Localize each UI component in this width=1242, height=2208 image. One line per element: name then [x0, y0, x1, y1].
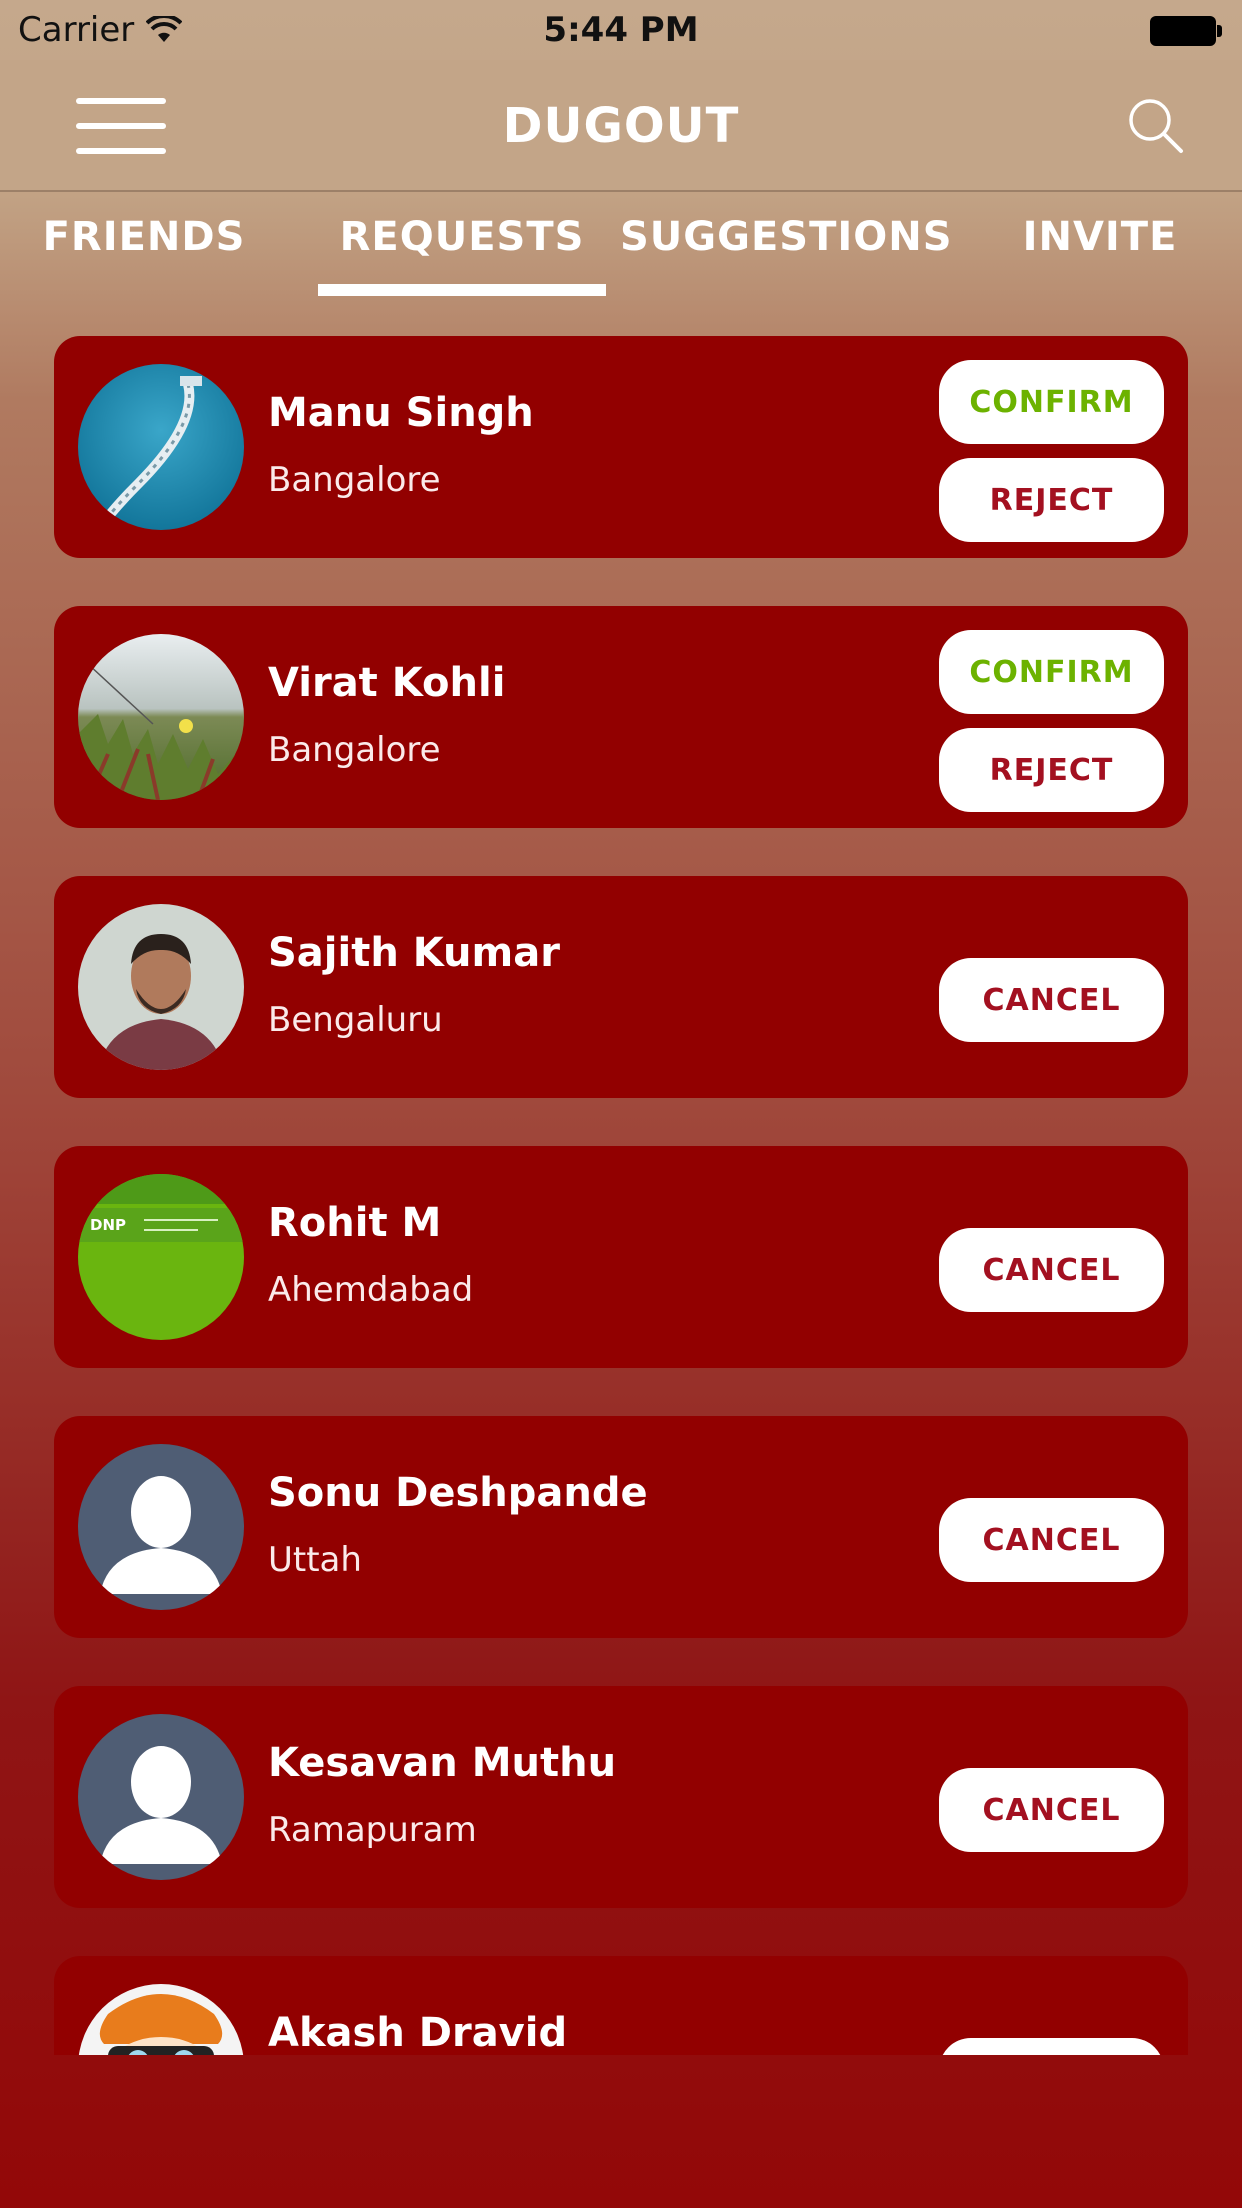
- cancel-button[interactable]: CANCEL: [939, 1498, 1164, 1582]
- request-card: Sonu Deshpande Uttah CANCEL: [54, 1416, 1188, 1638]
- avatar: [78, 904, 244, 1070]
- person-city: Bangalore: [268, 460, 441, 500]
- status-bar: Carrier 5:44 PM: [0, 0, 1242, 60]
- person-city: Bengaluru: [268, 1000, 443, 1040]
- tab-friends[interactable]: FRIENDS: [30, 214, 258, 294]
- person-name: Rohit M: [268, 1200, 442, 1246]
- request-card: Manu Singh Bangalore CONFIRM REJECT: [54, 336, 1188, 558]
- nav-bar: DUGOUT: [0, 60, 1242, 192]
- status-time: 5:44 PM: [543, 10, 699, 50]
- reject-button[interactable]: REJECT: [939, 458, 1164, 542]
- person-name: Kesavan Muthu: [268, 1740, 617, 1786]
- cancel-button[interactable]: CANCEL: [939, 1768, 1164, 1852]
- tab-suggestions[interactable]: SUGGESTIONS: [620, 214, 952, 294]
- person-name: Virat Kohli: [268, 660, 506, 706]
- cancel-button[interactable]: [939, 2038, 1164, 2055]
- tab-requests[interactable]: REQUESTS: [318, 214, 606, 294]
- cancel-button[interactable]: CANCEL: [939, 958, 1164, 1042]
- avatar: [78, 1984, 244, 2055]
- request-card: DNP Rohit M Ahemdabad CANCEL: [54, 1146, 1188, 1368]
- active-tab-indicator: [318, 284, 606, 296]
- reject-button[interactable]: REJECT: [939, 728, 1164, 812]
- person-name: Sajith Kumar: [268, 930, 560, 976]
- cancel-button[interactable]: CANCEL: [939, 1228, 1164, 1312]
- search-icon[interactable]: [1126, 96, 1184, 154]
- default-avatar-icon: [78, 1444, 244, 1610]
- request-card: Sajith Kumar Bengaluru CANCEL: [54, 876, 1188, 1098]
- person-name: Manu Singh: [268, 390, 534, 436]
- avatar: [78, 634, 244, 800]
- avatar: DNP: [78, 1174, 244, 1340]
- tab-invite[interactable]: INVITE: [1010, 214, 1190, 294]
- person-city: Uttah: [268, 1540, 362, 1580]
- person-name: Sonu Deshpande: [268, 1470, 648, 1516]
- person-city: Ahemdabad: [268, 1270, 474, 1310]
- app-title: DUGOUT: [502, 98, 740, 154]
- request-card: Kesavan Muthu Ramapuram CANCEL: [54, 1686, 1188, 1908]
- tab-bar: FRIENDS REQUESTS SUGGESTIONS INVITE: [0, 194, 1242, 298]
- person-city: Bangalore: [268, 730, 441, 770]
- avatar: [78, 364, 244, 530]
- request-list[interactable]: Manu Singh Bangalore CONFIRM REJECT Vira…: [0, 298, 1242, 2055]
- request-card: Akash Dravid: [54, 1956, 1188, 2055]
- confirm-button[interactable]: CONFIRM: [939, 360, 1164, 444]
- default-avatar-icon: [78, 1714, 244, 1880]
- request-card: Virat Kohli Bangalore CONFIRM REJECT: [54, 606, 1188, 828]
- person-city: Ramapuram: [268, 1810, 477, 1850]
- person-name: Akash Dravid: [268, 2010, 568, 2055]
- confirm-button[interactable]: CONFIRM: [939, 630, 1164, 714]
- battery-icon: [1150, 16, 1222, 46]
- avatar-text: DNP: [90, 1216, 126, 1234]
